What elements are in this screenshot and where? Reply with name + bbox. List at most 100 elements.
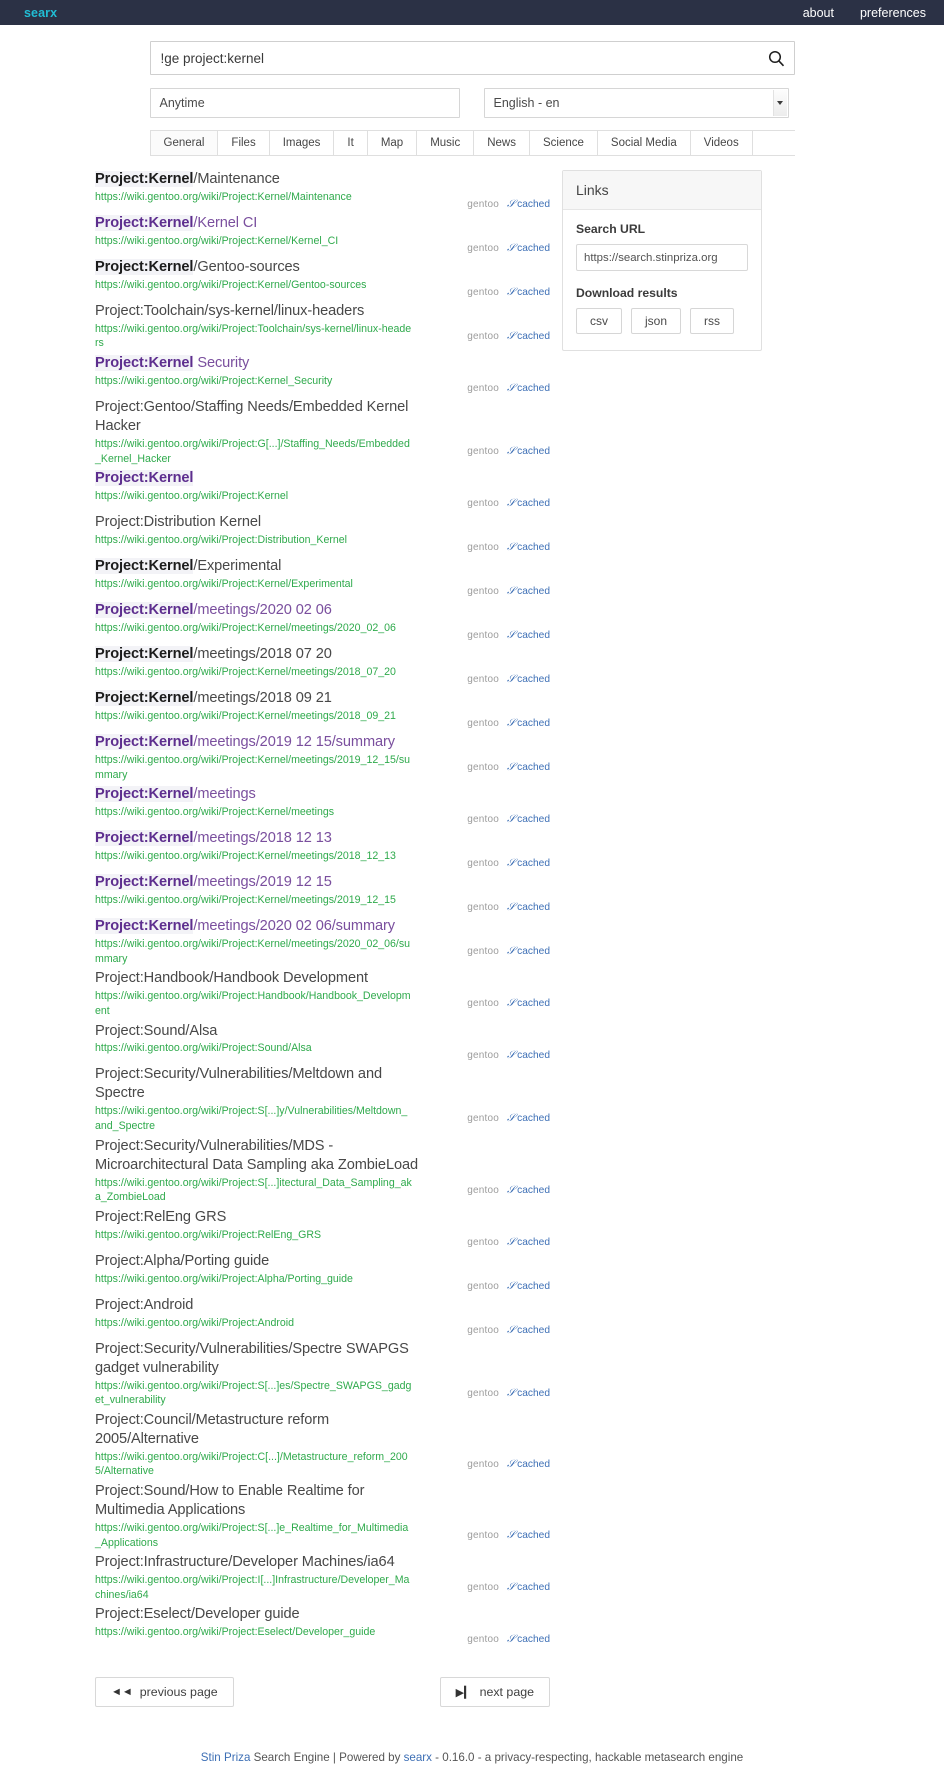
result-title-link[interactable]: Project:Handbook/Handbook Development bbox=[95, 969, 550, 988]
result-cached-link[interactable]: 𝒮cached bbox=[507, 1236, 550, 1249]
result-title-link[interactable]: Project:Eselect/Developer guide bbox=[95, 1605, 550, 1624]
result-url[interactable]: https://wiki.gentoo.org/wiki/Project:Ker… bbox=[95, 374, 413, 389]
result-cached-link[interactable]: 𝒮cached bbox=[507, 717, 550, 730]
result-url[interactable]: https://wiki.gentoo.org/wiki/Project:Too… bbox=[95, 322, 413, 351]
result-title-link[interactable]: Project:Toolchain/sys-kernel/linux-heade… bbox=[95, 302, 550, 321]
result-cached-link[interactable]: 𝒮cached bbox=[507, 198, 550, 211]
result-title-link[interactable]: Project:Kernel/meetings/2018 07 20 bbox=[95, 645, 550, 664]
result-cached-link[interactable]: 𝒮cached bbox=[507, 497, 550, 510]
result-url[interactable]: https://wiki.gentoo.org/wiki/Project:Han… bbox=[95, 989, 413, 1018]
result-cached-link[interactable]: 𝒮cached bbox=[507, 541, 550, 554]
result-url[interactable]: https://wiki.gentoo.org/wiki/Project:Ker… bbox=[95, 753, 413, 782]
result-title-link[interactable]: Project:Kernel bbox=[95, 469, 550, 488]
result-title-link[interactable]: Project:Kernel/Gentoo-sources bbox=[95, 258, 550, 277]
result-cached-link[interactable]: 𝒮cached bbox=[507, 585, 550, 598]
result-url[interactable]: https://wiki.gentoo.org/wiki/Project:Ese… bbox=[95, 1625, 413, 1640]
searx-brand-link[interactable]: searx bbox=[24, 6, 57, 20]
result-url[interactable]: https://wiki.gentoo.org/wiki/Project:S[.… bbox=[95, 1521, 413, 1550]
tab-map[interactable]: Map bbox=[368, 131, 418, 155]
language-select[interactable]: English - en bbox=[483, 88, 789, 118]
result-url[interactable]: https://wiki.gentoo.org/wiki/Project:Ker… bbox=[95, 709, 413, 724]
result-url[interactable]: https://wiki.gentoo.org/wiki/Project:S[.… bbox=[95, 1379, 413, 1408]
result-title-link[interactable]: Project:Kernel/meetings/2019 12 15 bbox=[95, 873, 550, 892]
result-cached-link[interactable]: 𝒮cached bbox=[507, 382, 550, 395]
result-cached-link[interactable]: 𝒮cached bbox=[507, 1387, 550, 1400]
download-rss-button[interactable]: rss bbox=[690, 308, 735, 334]
result-title-link[interactable]: Project:Kernel/meetings/2020 02 06 bbox=[95, 601, 550, 620]
result-title-link[interactable]: Project:Alpha/Porting guide bbox=[95, 1252, 550, 1271]
result-title-link[interactable]: Project:Infrastructure/Developer Machine… bbox=[95, 1553, 550, 1572]
result-cached-link[interactable]: 𝒮cached bbox=[507, 1633, 550, 1646]
nav-link-preferences[interactable]: preferences bbox=[860, 6, 926, 20]
result-cached-link[interactable]: 𝒮cached bbox=[507, 629, 550, 642]
result-cached-link[interactable]: 𝒮cached bbox=[507, 857, 550, 870]
result-url[interactable]: https://wiki.gentoo.org/wiki/Project:Dis… bbox=[95, 533, 413, 548]
result-title-link[interactable]: Project:Kernel/Kernel CI bbox=[95, 214, 550, 233]
result-url[interactable]: https://wiki.gentoo.org/wiki/Project:Ker… bbox=[95, 577, 413, 592]
result-title-link[interactable]: Project:Security/Vulnerabilities/MDS - M… bbox=[95, 1137, 550, 1175]
result-cached-link[interactable]: 𝒮cached bbox=[507, 761, 550, 774]
result-cached-link[interactable]: 𝒮cached bbox=[507, 945, 550, 958]
result-title-link[interactable]: Project:Kernel/meetings/2018 12 13 bbox=[95, 829, 550, 848]
footer-brand-link[interactable]: Stin Priza bbox=[201, 1751, 251, 1764]
result-url[interactable]: https://wiki.gentoo.org/wiki/Project:C[.… bbox=[95, 1450, 413, 1479]
result-title-link[interactable]: Project:Distribution Kernel bbox=[95, 513, 550, 532]
result-cached-link[interactable]: 𝒮cached bbox=[507, 242, 550, 255]
tab-videos[interactable]: Videos bbox=[691, 131, 753, 155]
result-cached-link[interactable]: 𝒮cached bbox=[507, 1324, 550, 1337]
download-csv-button[interactable]: csv bbox=[576, 308, 622, 334]
result-title-link[interactable]: Project:Sound/Alsa bbox=[95, 1022, 550, 1041]
result-url[interactable]: https://wiki.gentoo.org/wiki/Project:Ker… bbox=[95, 234, 413, 249]
result-url[interactable]: https://wiki.gentoo.org/wiki/Project:Ker… bbox=[95, 489, 413, 504]
result-title-link[interactable]: Project:Gentoo/Staffing Needs/Embedded K… bbox=[95, 398, 550, 436]
result-url[interactable]: https://wiki.gentoo.org/wiki/Project:G[.… bbox=[95, 437, 413, 466]
nav-link-about[interactable]: about bbox=[803, 6, 834, 20]
tab-images[interactable]: Images bbox=[270, 131, 335, 155]
result-cached-link[interactable]: 𝒮cached bbox=[507, 673, 550, 686]
result-title-link[interactable]: Project:Security/Vulnerabilities/Meltdow… bbox=[95, 1065, 550, 1103]
result-cached-link[interactable]: 𝒮cached bbox=[507, 997, 550, 1010]
result-title-link[interactable]: Project:Kernel/meetings bbox=[95, 785, 550, 804]
result-title-link[interactable]: Project:Kernel/meetings/2019 12 15/summa… bbox=[95, 733, 550, 752]
result-cached-link[interactable]: 𝒮cached bbox=[507, 901, 550, 914]
result-url[interactable]: https://wiki.gentoo.org/wiki/Project:Ker… bbox=[95, 278, 413, 293]
tab-science[interactable]: Science bbox=[530, 131, 598, 155]
result-url[interactable]: https://wiki.gentoo.org/wiki/Project:S[.… bbox=[95, 1176, 413, 1205]
result-title-link[interactable]: Project:Kernel/Experimental bbox=[95, 557, 550, 576]
tab-news[interactable]: News bbox=[474, 131, 530, 155]
result-url[interactable]: https://wiki.gentoo.org/wiki/Project:Rel… bbox=[95, 1228, 413, 1243]
result-title-link[interactable]: Project:Android bbox=[95, 1296, 550, 1315]
time-range-select[interactable]: Anytime bbox=[149, 88, 460, 118]
search-submit-button[interactable] bbox=[760, 42, 794, 74]
result-title-link[interactable]: Project:Kernel Security bbox=[95, 354, 550, 373]
result-cached-link[interactable]: 𝒮cached bbox=[507, 1581, 550, 1594]
result-url[interactable]: https://wiki.gentoo.org/wiki/Project:S[.… bbox=[95, 1104, 413, 1133]
result-url[interactable]: https://wiki.gentoo.org/wiki/Project:Ker… bbox=[95, 190, 413, 205]
result-cached-link[interactable]: 𝒮cached bbox=[507, 1049, 550, 1062]
result-cached-link[interactable]: 𝒮cached bbox=[507, 1184, 550, 1197]
result-cached-link[interactable]: 𝒮cached bbox=[507, 1458, 550, 1471]
result-cached-link[interactable]: 𝒮cached bbox=[507, 1112, 550, 1125]
download-json-button[interactable]: json bbox=[631, 308, 682, 334]
result-cached-link[interactable]: 𝒮cached bbox=[507, 286, 550, 299]
tab-it[interactable]: It bbox=[334, 131, 368, 155]
previous-page-button[interactable]: ◄◄ previous page bbox=[95, 1677, 234, 1708]
result-url[interactable]: https://wiki.gentoo.org/wiki/Project:And… bbox=[95, 1316, 413, 1331]
result-cached-link[interactable]: 𝒮cached bbox=[507, 1280, 550, 1293]
result-cached-link[interactable]: 𝒮cached bbox=[507, 445, 550, 458]
search-url-field[interactable]: https://search.stinpriza.org bbox=[576, 244, 748, 271]
chevron-down-icon[interactable] bbox=[772, 90, 787, 116]
footer-searx-link[interactable]: searx bbox=[404, 1751, 432, 1764]
next-page-button[interactable]: ▶▎ next page bbox=[439, 1677, 550, 1708]
result-cached-link[interactable]: 𝒮cached bbox=[507, 330, 550, 343]
search-input[interactable] bbox=[150, 50, 760, 66]
result-url[interactable]: https://wiki.gentoo.org/wiki/Project:Ker… bbox=[95, 849, 413, 864]
result-title-link[interactable]: Project:Security/Vulnerabilities/Spectre… bbox=[95, 1340, 550, 1378]
result-url[interactable]: https://wiki.gentoo.org/wiki/Project:Ker… bbox=[95, 893, 413, 908]
result-title-link[interactable]: Project:RelEng GRS bbox=[95, 1208, 550, 1227]
result-url[interactable]: https://wiki.gentoo.org/wiki/Project:Ker… bbox=[95, 621, 413, 636]
result-url[interactable]: https://wiki.gentoo.org/wiki/Project:Ker… bbox=[95, 665, 413, 680]
result-cached-link[interactable]: 𝒮cached bbox=[507, 1529, 550, 1542]
result-title-link[interactable]: Project:Kernel/meetings/2018 09 21 bbox=[95, 689, 550, 708]
result-title-link[interactable]: Project:Kernel/meetings/2020 02 06/summa… bbox=[95, 917, 550, 936]
